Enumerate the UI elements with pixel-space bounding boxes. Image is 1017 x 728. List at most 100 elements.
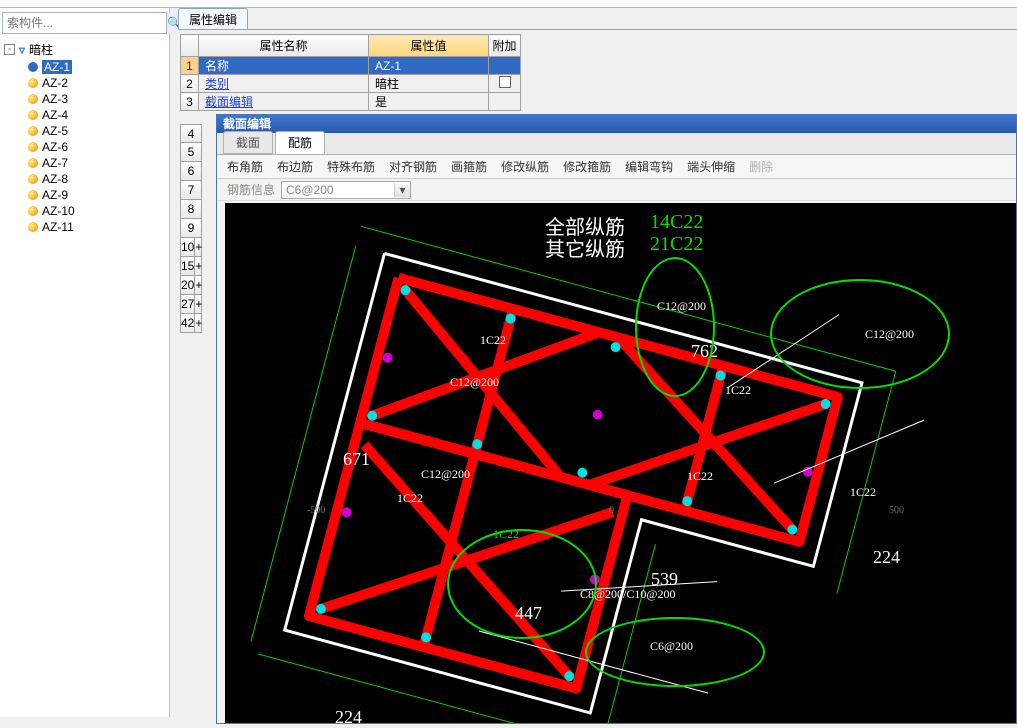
- property-row[interactable]: 3截面编辑是: [181, 93, 521, 111]
- tree-item[interactable]: AZ-9: [2, 187, 167, 203]
- row-num: 1: [181, 57, 199, 75]
- prop-add[interactable]: [489, 75, 521, 93]
- tree-item-label: AZ-8: [42, 172, 68, 186]
- row-num-expand[interactable]: 27+: [180, 295, 202, 314]
- cad-lbl-1c22-l: 1C22: [397, 491, 423, 506]
- chevron-down-icon[interactable]: ▾: [394, 183, 410, 197]
- plus-icon[interactable]: +: [194, 238, 202, 256]
- node-icon: [28, 78, 38, 88]
- cad-val-other: 21C22: [650, 233, 703, 256]
- col-name[interactable]: 属性名称: [199, 35, 369, 57]
- toolbar-btn[interactable]: 修改纵筋: [501, 158, 549, 175]
- tree-item-label: AZ-3: [42, 92, 68, 106]
- dim-539: 539: [651, 569, 678, 590]
- plus-icon[interactable]: +: [194, 257, 202, 275]
- plus-icon[interactable]: +: [194, 295, 202, 313]
- row-num-cell[interactable]: 9: [180, 219, 202, 238]
- tree-item[interactable]: AZ-10: [2, 203, 167, 219]
- node-icon: [28, 190, 38, 200]
- tree-item[interactable]: AZ-2: [2, 75, 167, 91]
- toolbar-btn[interactable]: 对齐钢筋: [389, 158, 437, 175]
- toolbar-btn[interactable]: 修改箍筋: [563, 158, 611, 175]
- node-icon: [28, 142, 38, 152]
- property-row[interactable]: 2类别暗柱: [181, 75, 521, 93]
- marker-ellipse-4: [585, 617, 765, 687]
- prop-value[interactable]: 是: [369, 93, 489, 111]
- row-num-expand[interactable]: 10+: [180, 238, 202, 257]
- tree-item[interactable]: AZ-1: [2, 59, 167, 75]
- tab-rebar[interactable]: 配筋: [275, 131, 325, 154]
- tree-item[interactable]: AZ-7: [2, 155, 167, 171]
- tree-root-label: 暗柱: [29, 41, 53, 58]
- cad-lbl-1c22-r: 1C22: [850, 485, 876, 500]
- plus-icon[interactable]: +: [194, 276, 202, 294]
- prop-name[interactable]: 名称: [199, 57, 369, 75]
- tab-section[interactable]: 截面: [223, 131, 273, 154]
- col-value[interactable]: 属性值: [369, 35, 489, 57]
- cad-lbl-1c22-mr: 1C22: [687, 469, 713, 484]
- toolbar-btn[interactable]: 布边筋: [277, 158, 313, 175]
- row-num-cell[interactable]: 5: [180, 143, 202, 162]
- prop-name[interactable]: 截面编辑: [199, 93, 369, 111]
- tree-item[interactable]: AZ-6: [2, 139, 167, 155]
- toolbar-btn[interactable]: 特殊布筋: [327, 158, 375, 175]
- tree-item[interactable]: AZ-8: [2, 171, 167, 187]
- toolbar-btn[interactable]: 编辑弯钩: [625, 158, 673, 175]
- row-number-column: 45678910+15+20+27+42+: [180, 124, 202, 333]
- cad-canvas[interactable]: 全部纵筋 其它纵筋 14C22 21C22 1C22 C12@200 C12@2…: [225, 203, 1016, 723]
- row-num: 3: [181, 93, 199, 111]
- row-num: 2: [181, 75, 199, 93]
- dim-224: 224: [873, 547, 900, 568]
- toolbar-btn[interactable]: 删除: [749, 158, 773, 175]
- toolbar-btn[interactable]: 端头伸缩: [687, 158, 735, 175]
- rebar-info-row: 钢筋信息 C6@200 ▾: [217, 179, 1016, 201]
- prop-add[interactable]: [489, 57, 521, 75]
- toolbar-btn[interactable]: 布角筋: [227, 158, 263, 175]
- rebar-info-combo[interactable]: C6@200 ▾: [281, 181, 411, 199]
- search-row: 🔍: [2, 12, 167, 34]
- node-icon: [28, 174, 38, 184]
- node-icon: [28, 94, 38, 104]
- row-num-expand[interactable]: 20+: [180, 276, 202, 295]
- prop-value[interactable]: 暗柱: [369, 75, 489, 93]
- tree-item[interactable]: AZ-3: [2, 91, 167, 107]
- row-num-expand[interactable]: 42+: [180, 314, 202, 333]
- rebar-info-label: 钢筋信息: [227, 181, 275, 198]
- cad-title-other: 其它纵筋: [545, 233, 625, 262]
- marker-ellipse-2: [770, 279, 950, 389]
- tree-item[interactable]: AZ-11: [2, 219, 167, 235]
- cad-lbl-c12-l2: C12@200: [421, 467, 470, 482]
- cad-lbl-1c22-tl: 1C22: [480, 333, 506, 348]
- tree-item-label: AZ-6: [42, 140, 68, 154]
- main-area: 属性编辑 属性名称 属性值 附加 1名称AZ-12类别暗柱3截面编辑是 4567…: [178, 8, 1017, 717]
- component-tree-panel: 🔍 - ▿ 暗柱 AZ-1AZ-2AZ-3AZ-4AZ-5AZ-6AZ-7AZ-…: [0, 8, 170, 717]
- checkbox[interactable]: [499, 76, 511, 88]
- node-icon: [28, 110, 38, 120]
- col-add[interactable]: 附加: [489, 35, 521, 57]
- cad-lbl-c12-left: C12@200: [450, 375, 499, 390]
- dim-671: 671: [343, 449, 370, 470]
- tree-root[interactable]: - ▿ 暗柱: [2, 40, 167, 59]
- tab-property-edit[interactable]: 属性编辑: [178, 8, 248, 29]
- section-editor-panel: 截面编辑 截面 配筋 布角筋布边筋特殊布筋对齐钢筋画箍筋修改纵筋修改箍筋编辑弯钩…: [216, 114, 1017, 724]
- prop-name[interactable]: 类别: [199, 75, 369, 93]
- toolbar-btn[interactable]: 画箍筋: [451, 158, 487, 175]
- cad-val-all: 14C22: [650, 211, 703, 234]
- prop-add[interactable]: [489, 93, 521, 111]
- rebar-info-value: C6@200: [282, 183, 394, 197]
- tree-item-label: AZ-4: [42, 108, 68, 122]
- tree-item[interactable]: AZ-4: [2, 107, 167, 123]
- row-num-cell[interactable]: 7: [180, 181, 202, 200]
- tree-item[interactable]: AZ-5: [2, 123, 167, 139]
- plus-icon[interactable]: +: [194, 314, 202, 332]
- dim-224b: 224: [335, 707, 362, 728]
- prop-value[interactable]: AZ-1: [369, 57, 489, 75]
- collapse-icon[interactable]: -: [4, 44, 15, 55]
- search-input[interactable]: [3, 16, 166, 30]
- property-row[interactable]: 1名称AZ-1: [181, 57, 521, 75]
- row-num-cell[interactable]: 8: [180, 200, 202, 219]
- row-num-cell[interactable]: 6: [180, 162, 202, 181]
- tree-item-label: AZ-9: [42, 188, 68, 202]
- row-num-cell[interactable]: 4: [180, 124, 202, 143]
- row-num-expand[interactable]: 15+: [180, 257, 202, 276]
